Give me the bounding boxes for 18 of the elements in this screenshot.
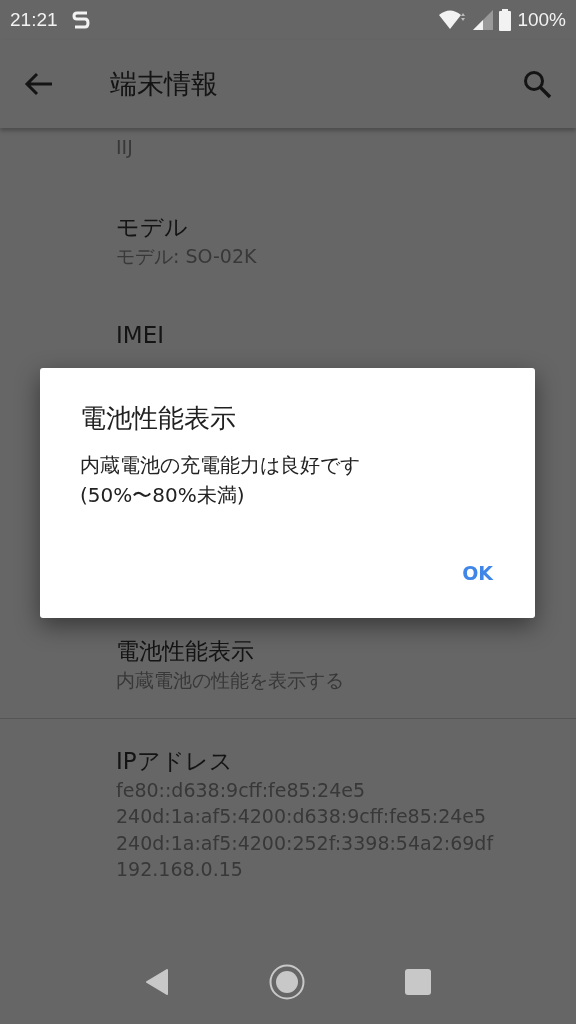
setting-title[interactable]: IMEI <box>116 319 164 351</box>
status-time: 21:21 <box>10 9 58 31</box>
search-icon[interactable] <box>522 69 552 99</box>
battery-percent: 100% <box>517 9 566 31</box>
back-nav-button[interactable] <box>145 968 169 996</box>
setting-title[interactable]: モデル <box>116 210 188 243</box>
home-nav-button[interactable] <box>269 964 305 1000</box>
signal-icon <box>473 10 494 30</box>
wifi-icon <box>439 9 468 31</box>
toolbar-title: 端末情報 <box>110 67 218 101</box>
setting-title[interactable]: IPアドレス <box>116 744 233 777</box>
battery-icon <box>499 9 512 31</box>
back-arrow-icon[interactable] <box>24 72 54 96</box>
carrier-s-icon <box>71 10 90 30</box>
dialog-title: 電池性能表示 <box>80 402 236 435</box>
setting-title[interactable]: 電池性能表示 <box>116 635 254 667</box>
dialog-message: 内蔵電池の充電能力は良好です (50%〜80%未満) <box>80 452 360 509</box>
ok-button[interactable]: OK <box>446 552 509 594</box>
